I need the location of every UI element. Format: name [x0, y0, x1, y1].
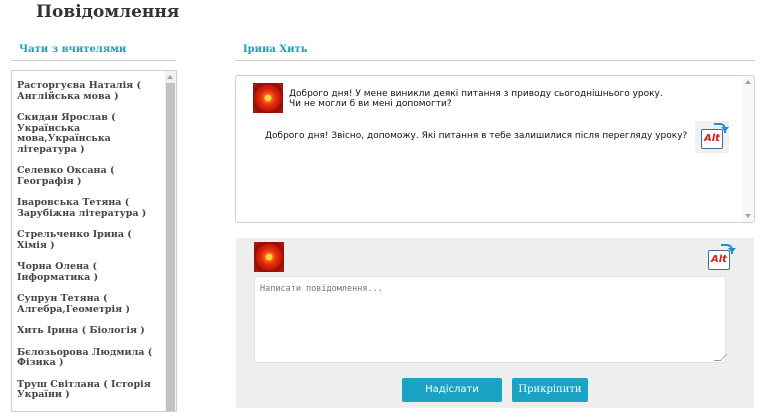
- page-title: Повідомлення: [36, 2, 180, 22]
- compose-panel: Alt Надіслати Прикріпити: [236, 238, 754, 408]
- attach-button[interactable]: Прикріпити: [512, 378, 588, 402]
- list-item[interactable]: Селевко Оксана ( Географія ): [17, 165, 163, 187]
- message-input[interactable]: [254, 276, 726, 363]
- outgoing-message-line-1: Доброго дня! Звісно, допоможу. Які питан…: [265, 131, 688, 141]
- list-item[interactable]: Бєлозьорова Людмила ( Фізика ): [17, 347, 163, 369]
- list-item[interactable]: Стрельченко Ірина ( Хімія ): [17, 229, 163, 251]
- scroll-up-icon[interactable]: [745, 80, 751, 84]
- list-item-active[interactable]: Хить Ірина ( Біологія ): [17, 325, 163, 337]
- list-item[interactable]: Расторгуєва Наталія ( Англійська мова ): [17, 80, 163, 102]
- user-avatar: [254, 242, 284, 272]
- chat-contact-name: Ірина Хить: [243, 44, 308, 55]
- list-item[interactable]: Скидан Ярослав ( Українська мова,Українс…: [17, 112, 163, 155]
- chat-scrollbar[interactable]: [743, 76, 754, 222]
- list-item[interactable]: Іваровська Тетяна ( Зарубіжна література…: [17, 197, 163, 219]
- scroll-up-icon[interactable]: [167, 75, 173, 79]
- list-scrollbar[interactable]: [165, 71, 176, 411]
- alt-arrow-icon: [721, 244, 736, 254]
- alt-text-icon[interactable]: Alt: [702, 242, 736, 274]
- chat-divider: [235, 60, 755, 61]
- list-item[interactable]: Супрун Тетяна ( Алгебра,Геометрія ): [17, 293, 163, 315]
- scroll-down-icon[interactable]: [745, 214, 751, 218]
- list-item[interactable]: Чорна Олена ( Інформатика ): [17, 261, 163, 283]
- sidebar-divider: [11, 60, 176, 61]
- alt-text-icon[interactable]: Alt: [695, 121, 729, 153]
- send-button[interactable]: Надіслати: [402, 378, 502, 402]
- incoming-message-line-1: Доброго дня! У мене виникли деякі питанн…: [289, 89, 663, 99]
- incoming-avatar: [253, 83, 283, 113]
- sidebar-heading: Чати з вчителями: [19, 44, 127, 55]
- list-item[interactable]: Труш Світлана ( Історія України ): [17, 379, 163, 401]
- alt-arrow-icon: [714, 123, 729, 133]
- scroll-thumb[interactable]: [166, 83, 175, 411]
- chat-history: Доброго дня! У мене виникли деякі питанн…: [235, 75, 755, 223]
- teacher-chat-list[interactable]: Расторгуєва Наталія ( Англійська мова ) …: [11, 70, 177, 412]
- incoming-message-line-2: Чи не могли б ви мені допомогти?: [289, 99, 452, 109]
